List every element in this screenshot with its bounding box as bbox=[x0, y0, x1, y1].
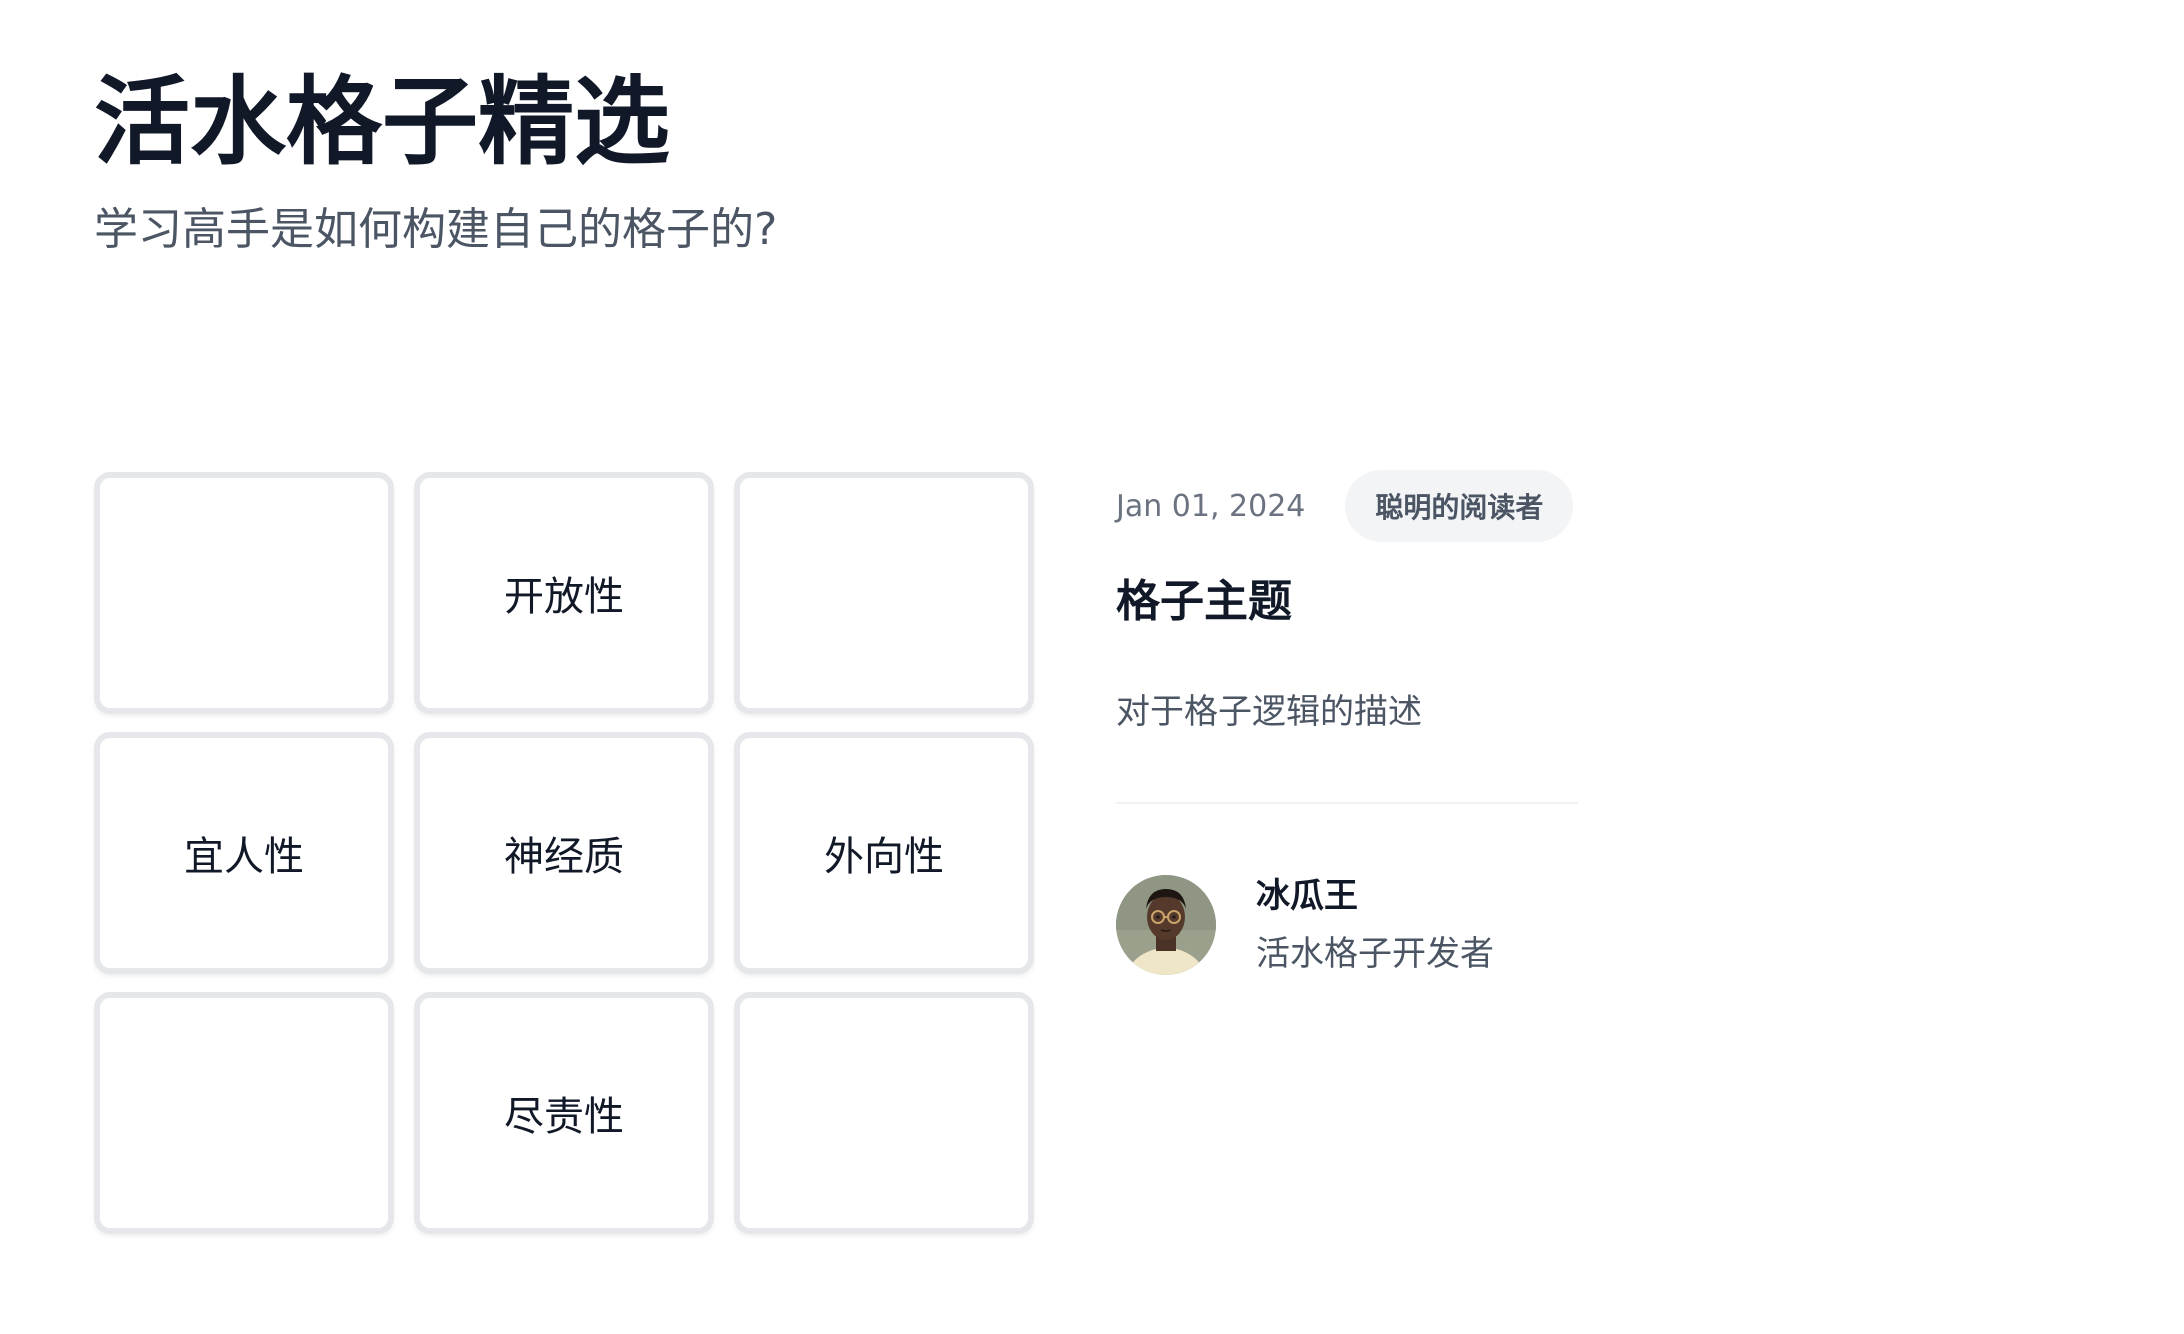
post-description: 对于格子逻辑的描述 bbox=[1116, 692, 1422, 732]
grid-cell-middle-left[interactable]: 宜人性 bbox=[94, 732, 394, 974]
grid-cell-bottom-right[interactable] bbox=[734, 992, 1034, 1234]
post-title: 格子主题 bbox=[1116, 576, 1292, 627]
grid-cell-label: 外向性 bbox=[824, 834, 944, 880]
author-name: 冰瓜王 bbox=[1256, 876, 1358, 916]
page-subtitle: 学习高手是如何构建自己的格子的? bbox=[94, 204, 778, 255]
category-badge[interactable]: 聪明的阅读者 bbox=[1345, 470, 1574, 542]
author-role: 活水格子开发者 bbox=[1256, 934, 1494, 974]
grid-cell-bottom-center[interactable]: 尽责性 bbox=[414, 992, 714, 1234]
post-date: Jan 01, 2024 bbox=[1116, 488, 1306, 524]
divider bbox=[1116, 802, 1578, 804]
author-text: 冰瓜王 活水格子开发者 bbox=[1256, 874, 1494, 976]
grid-cell-label: 开放性 bbox=[504, 574, 624, 620]
page-title: 活水格子精选 bbox=[94, 66, 670, 178]
grid-cell-label: 宜人性 bbox=[184, 834, 304, 880]
grid-cell-center[interactable]: 神经质 bbox=[414, 732, 714, 974]
grid-cell-bottom-left[interactable] bbox=[94, 992, 394, 1234]
avatar bbox=[1116, 875, 1216, 975]
grid-cell-middle-right[interactable]: 外向性 bbox=[734, 732, 1034, 974]
grid-cell-label: 神经质 bbox=[504, 834, 624, 880]
lattice-grid: 开放性 宜人性 神经质 外向性 尽责性 bbox=[94, 472, 1034, 1234]
grid-cell-top-left[interactable] bbox=[94, 472, 394, 714]
post-info-panel: Jan 01, 2024 聪明的阅读者 格子主题 对于格子逻辑的描述 冰瓜王 活… bbox=[1116, 470, 1578, 975]
author-block: 冰瓜王 活水格子开发者 bbox=[1116, 874, 1494, 976]
grid-cell-top-center[interactable]: 开放性 bbox=[414, 472, 714, 714]
post-meta: Jan 01, 2024 聪明的阅读者 bbox=[1116, 470, 1578, 542]
grid-cell-label: 尽责性 bbox=[504, 1094, 624, 1140]
grid-cell-top-right[interactable] bbox=[734, 472, 1034, 714]
